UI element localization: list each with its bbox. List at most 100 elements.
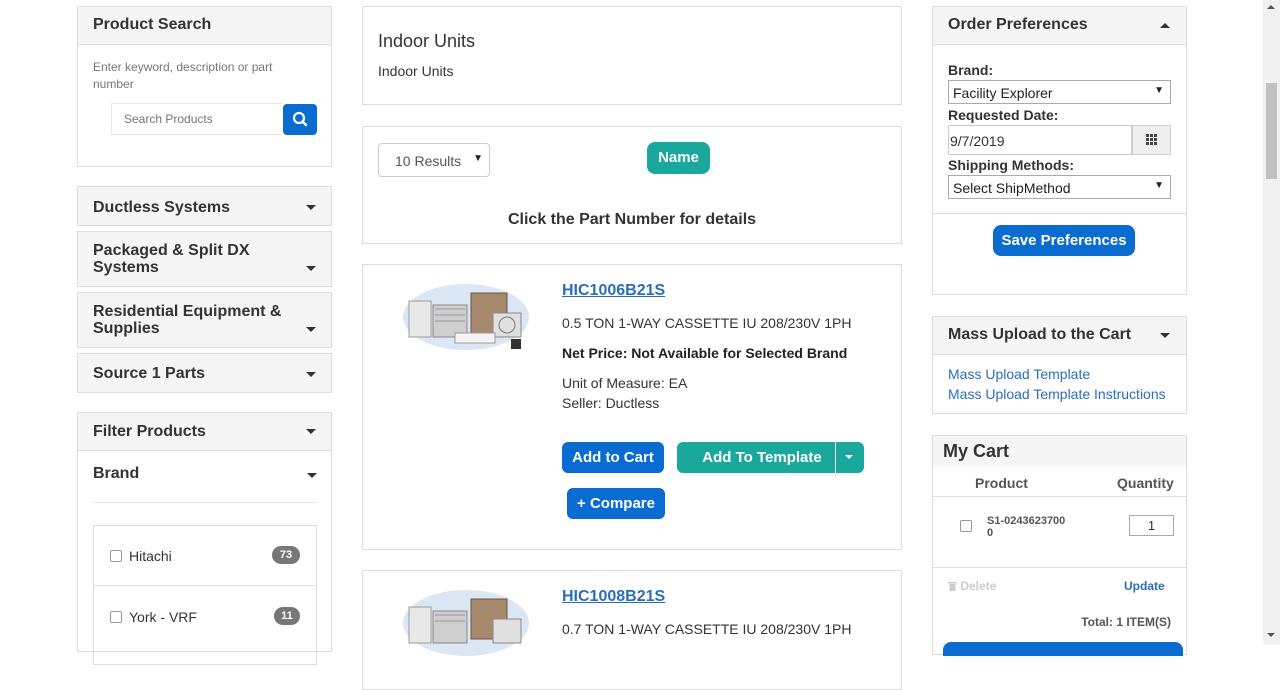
cart-checkout-button[interactable]: [943, 642, 1183, 656]
chevron-down-icon: ▼: [1154, 85, 1164, 96]
divider: [933, 496, 1186, 497]
category-title: Indoor Units: [378, 31, 476, 51]
cart-item-quantity-input[interactable]: 1: [1129, 515, 1174, 536]
template-dropdown-toggle[interactable]: [836, 442, 864, 473]
order-preferences-title: Order Preferences: [948, 16, 1088, 33]
cart-item-quantity-value: 1: [1147, 518, 1156, 533]
product-seller: Seller: Ductless: [562, 395, 660, 411]
chevron-down-icon: [306, 266, 316, 271]
search-input[interactable]: [111, 103, 283, 135]
chevron-down-icon: [1160, 333, 1170, 338]
filter-products-header[interactable]: Filter Products: [78, 413, 331, 451]
cart-delete-label: Delete: [960, 579, 997, 593]
category-residential-equipment[interactable]: Residential Equipment & Supplies: [77, 292, 332, 348]
cart-update-link[interactable]: Update: [1124, 579, 1165, 593]
category-label: Residential Equipment & Supplies: [93, 303, 282, 337]
chevron-down-icon: [306, 205, 316, 210]
search-icon: [292, 111, 308, 127]
brand-select[interactable]: Facility Explorer ▼: [948, 80, 1171, 104]
brand-count-badge: 73: [272, 546, 300, 564]
chevron-down-icon: ▼: [1154, 180, 1164, 191]
chevron-down-icon: [306, 429, 316, 434]
brand-checkbox[interactable]: [110, 611, 122, 623]
save-preferences-label: Save Preferences: [1001, 232, 1127, 249]
mass-upload-header[interactable]: Mass Upload to the Cart: [933, 317, 1186, 355]
search-button[interactable]: [283, 104, 317, 135]
compare-label: + Compare: [577, 495, 655, 512]
filter-products-title: Filter Products: [93, 423, 206, 440]
mass-upload-template-link[interactable]: Mass Upload Template: [948, 366, 1090, 382]
chevron-down-icon: [306, 327, 316, 332]
chevron-down-icon: ▼: [473, 153, 483, 164]
brand-item-york-vrf[interactable]: York - VRF 11: [94, 587, 316, 647]
sort-label: Name: [658, 149, 699, 166]
product-search-header: Product Search: [78, 7, 331, 45]
product-description: 0.7 TON 1-WAY CASSETTE IU 208/230V 1PH: [562, 621, 852, 637]
brand-label: Hitachi: [129, 548, 172, 564]
brand-checkbox[interactable]: [110, 550, 122, 562]
category-subtitle: Indoor Units: [378, 63, 454, 79]
calendar-button[interactable]: [1132, 125, 1171, 155]
divider: [933, 567, 1186, 568]
product-search-title: Product Search: [93, 16, 212, 33]
mass-upload-instructions-link[interactable]: Mass Upload Template Instructions: [948, 386, 1166, 402]
add-to-template-button[interactable]: Add To Template: [677, 442, 835, 473]
compare-button[interactable]: + Compare: [567, 488, 665, 519]
category-source-1-parts[interactable]: Source 1 Parts: [77, 353, 332, 393]
brand-filter-header[interactable]: Brand: [93, 465, 317, 503]
my-cart-title: My Cart: [943, 441, 1010, 461]
category-label: Source 1 Parts: [93, 365, 206, 382]
cart-item-checkbox[interactable]: [960, 520, 972, 532]
brand-label: Brand:: [948, 62, 994, 78]
results-per-page-value: 10 Results: [395, 153, 462, 169]
add-to-template-label: Add To Template: [702, 449, 822, 466]
mass-upload-panel: Mass Upload to the Cart Mass Upload Temp…: [932, 316, 1187, 414]
cart-item-product: S1-02436237000: [987, 515, 1066, 539]
chevron-down-icon: [845, 455, 853, 459]
chevron-down-icon: [307, 473, 317, 478]
results-toolbar-panel: 10 Results ▼ Name Click the Part Number …: [362, 126, 902, 244]
cart-col-product: Product: [975, 475, 1028, 491]
product-net-price: Net Price: Not Available for Selected Br…: [562, 345, 848, 361]
product-uom: Unit of Measure: EA: [562, 375, 688, 391]
shipping-method-select[interactable]: Select ShipMethod ▼: [948, 175, 1171, 199]
scroll-down-arrow-icon[interactable]: [1267, 633, 1275, 637]
add-to-cart-button[interactable]: Add to Cart: [562, 442, 664, 473]
chevron-up-icon: [1160, 23, 1170, 28]
product-part-number-link[interactable]: HIC1008B21S: [562, 588, 665, 606]
shipping-method-value: Select ShipMethod: [953, 180, 1071, 196]
part-number-instructions: Click the Part Number for details: [507, 211, 757, 228]
brand-filter-title: Brand: [93, 465, 140, 482]
my-cart-header: My Cart: [933, 436, 1186, 466]
add-to-cart-label: Add to Cart: [572, 449, 654, 466]
category-label: Ductless Systems: [93, 199, 230, 216]
brand-label: York - VRF: [129, 609, 197, 625]
order-preferences-header[interactable]: Order Preferences: [933, 7, 1186, 45]
brand-count-badge: 11: [274, 607, 300, 625]
cart-delete-button[interactable]: Delete: [948, 579, 996, 593]
results-per-page-select[interactable]: 10 Results ▼: [378, 143, 490, 177]
cart-col-quantity: Quantity: [1117, 475, 1174, 491]
category-ductless-systems[interactable]: Ductless Systems: [77, 186, 332, 226]
category-packaged-split-dx[interactable]: Packaged & Split DX Systems: [77, 231, 332, 287]
scroll-up-arrow-icon[interactable]: [1267, 5, 1275, 9]
my-cart-panel: My Cart Product Quantity S1-02436237000 …: [932, 435, 1187, 656]
page-scrollbar[interactable]: [1263, 0, 1280, 645]
requested-date-input[interactable]: 9/7/2019: [948, 125, 1132, 155]
trash-icon: [948, 582, 957, 591]
requested-date-label: Requested Date:: [948, 107, 1059, 123]
shipping-methods-label: Shipping Methods:: [948, 157, 1074, 173]
save-preferences-button[interactable]: Save Preferences: [993, 225, 1135, 256]
category-header-panel: Indoor Units Indoor Units: [362, 6, 902, 105]
product-description: 0.5 TON 1-WAY CASSETTE IU 208/230V 1PH: [562, 315, 852, 331]
product-part-number-link[interactable]: HIC1006B21S: [562, 282, 665, 300]
product-image: [403, 590, 529, 656]
scrollbar-thumb[interactable]: [1266, 83, 1277, 179]
requested-date-value: 9/7/2019: [950, 133, 1005, 149]
category-label: Packaged & Split DX Systems: [93, 242, 250, 276]
divider: [933, 213, 1186, 214]
cart-total: Total: 1 ITEM(S): [1081, 615, 1171, 629]
brand-item-hitachi[interactable]: Hitachi 73: [94, 526, 316, 586]
sort-by-name-button[interactable]: Name: [647, 142, 710, 174]
mass-upload-title: Mass Upload to the Cart: [948, 326, 1132, 343]
